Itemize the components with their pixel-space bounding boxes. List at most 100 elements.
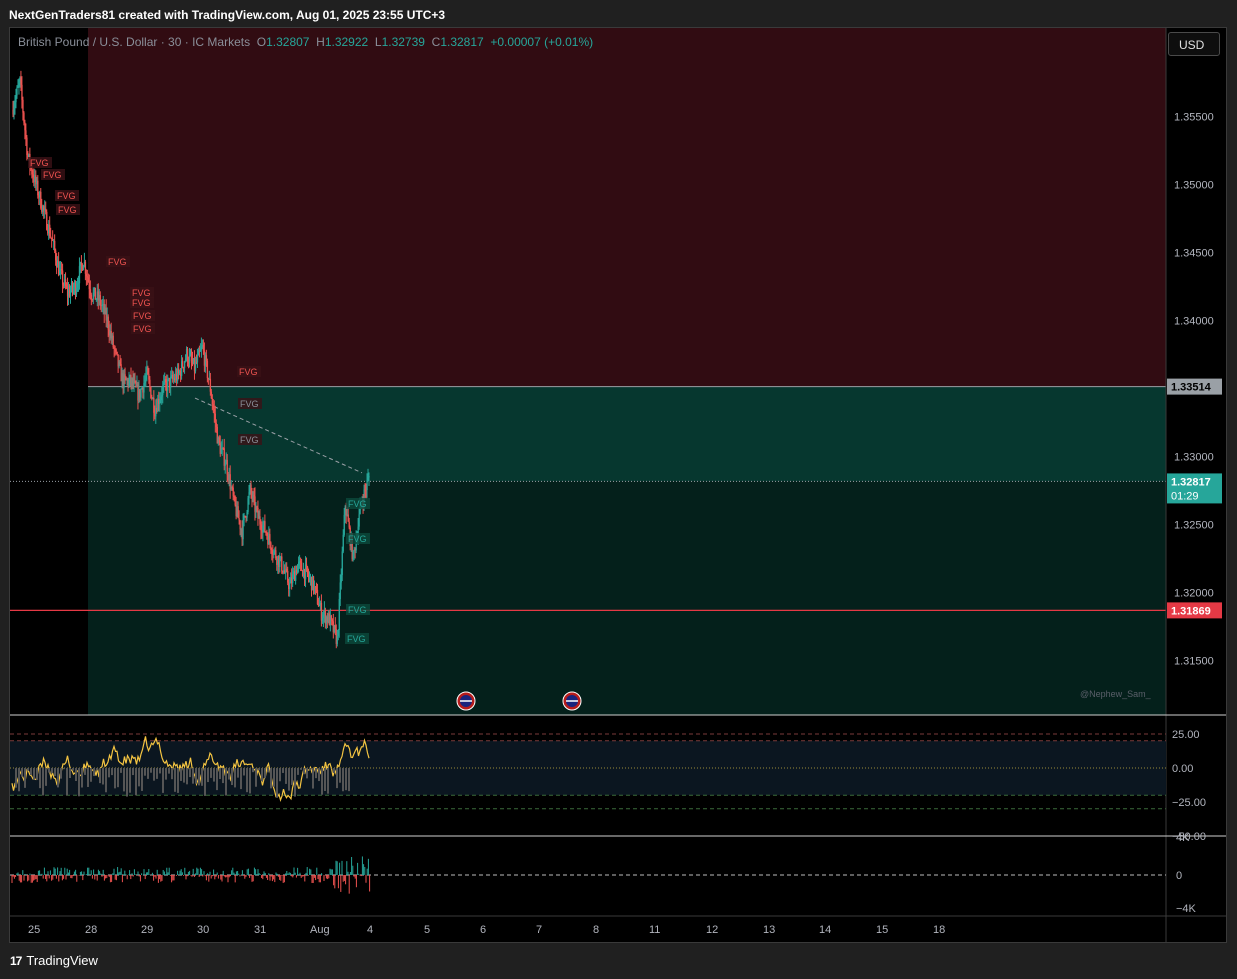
osc-bar [33,768,35,780]
time-tick: 7 [536,924,542,936]
osc-bar [219,768,221,780]
osc-bar [303,768,305,775]
osc-bar [54,768,56,776]
osc-bar [45,768,47,786]
change-value: +0.00007 (+0.01%) [490,35,594,49]
osc-bar [234,768,236,788]
high-label: H [316,35,325,49]
osc-bar [270,768,272,789]
time-tick: 15 [876,924,888,936]
osc-bar [93,768,95,777]
osc-bar [48,768,50,773]
candle-body [140,389,142,398]
currency-button[interactable]: USD [1168,32,1220,56]
candle-body [269,534,271,543]
time-tick: 13 [763,924,775,936]
osc-bar [276,768,278,798]
osc-bar [186,768,188,785]
candle-body [16,87,18,96]
osc-bar [177,768,179,793]
osc-bar [102,768,104,785]
time-tick: Aug [310,924,330,936]
osc-bar [96,768,98,771]
chart-frame[interactable]: FVG FVG FVG FVG FVG FVG FVG FVG FVG FVG FVG FVG FVG F… [9,27,1227,943]
osc-bar [348,768,350,792]
osc-bar [27,768,29,771]
osc-bar [258,768,260,771]
candle-body [224,464,226,466]
open-value: 1.32807 [266,35,310,49]
osc-bar [69,768,71,778]
price-tick: 1.31500 [1174,656,1214,668]
time-tick: 14 [819,924,831,936]
candle-body [50,236,52,238]
osc-bar [21,768,23,777]
osc-bar [204,768,206,796]
time-tick: 28 [85,924,97,936]
osc-tick: 0.00 [1172,763,1193,775]
fvg-label: FVG [348,605,367,615]
osc-bar [246,768,248,793]
osc-bar [123,768,125,792]
osc-bar [39,768,41,789]
osc-bar [297,768,299,775]
osc-bar [42,768,44,796]
osc-bar [159,768,161,774]
fvg-label: FVG [58,205,77,215]
candle-body [94,287,97,300]
price-tick: 1.34500 [1174,247,1214,259]
candle-body [206,360,209,379]
osc-bar [252,768,254,773]
osc-bar [126,768,128,797]
time-tick: 8 [593,924,599,936]
osc-bar [321,768,323,795]
osc-bar [87,768,89,787]
level-label: 1.31869 [1171,605,1211,617]
price-chart[interactable]: FVGFVGFVGFVGFVGFVGFVGFVGFVGFVGFVGFVGFVGF… [10,28,1226,942]
osc-bar [195,768,197,784]
osc-bar [189,768,191,778]
osc-bar [336,768,338,789]
candle-body [342,534,344,552]
fvg-label: FVG [132,298,151,308]
discount-zone [88,481,1166,715]
candle-body [181,361,184,368]
brand-footer: 17 TradingView [10,953,98,968]
vol-tick: −4K [1176,903,1197,915]
time-tick: 18 [933,924,945,936]
osc-bar [288,768,290,791]
osc-bar [285,768,287,784]
osc-bar [144,768,146,776]
osc-bar [15,768,17,788]
candle-body [341,551,343,575]
osc-bar [138,768,140,787]
premium-zone [88,28,1166,387]
osc-bar [66,768,68,796]
osc-bar [324,768,326,791]
osc-bar [168,768,170,774]
fvg-label: FVG [108,257,127,267]
price-tick: 1.34000 [1174,315,1214,327]
osc-bar [111,768,113,776]
osc-bar [153,768,155,781]
high-value: 1.32922 [324,35,369,49]
tradingview-logo-icon: 17 [10,953,22,968]
time-tick: 4 [367,924,373,936]
price-tick: 1.32000 [1174,588,1214,600]
close-value: 1.32817 [440,35,484,49]
candle-body [116,351,118,355]
osc-bar [339,768,341,783]
osc-bar [81,768,83,788]
osc-bar [306,768,308,779]
vol-tick: 0 [1176,870,1182,882]
fvg-label: FVG [347,634,366,644]
zone-top-label: 1.33514 [1171,382,1212,394]
osc-bar [72,768,74,771]
osc-bar [147,768,149,779]
fvg-label: FVG [133,311,152,321]
candle-body [358,514,360,527]
osc-bar [291,768,293,785]
osc-bar [57,768,59,788]
osc-bar [174,768,176,792]
osc-bar [216,768,218,791]
